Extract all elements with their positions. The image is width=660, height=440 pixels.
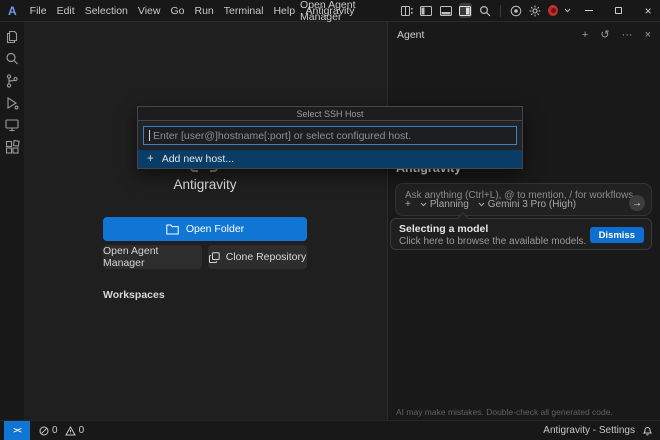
agent-panel-header: Agent + ↺ ··· ×	[388, 22, 660, 48]
minimize-icon	[585, 10, 593, 11]
text-cursor	[149, 130, 150, 141]
ssh-host-input-placeholder: Enter [user@]hostname[:port] or select c…	[153, 130, 411, 142]
menu-view[interactable]: View	[133, 5, 166, 17]
app-logo-icon: A	[8, 4, 17, 18]
minimize-button[interactable]	[577, 0, 601, 22]
send-button[interactable]: →	[629, 195, 645, 211]
warnings-count: 0	[79, 425, 85, 436]
search-sidebar-icon[interactable]	[4, 51, 20, 67]
explorer-icon[interactable]	[4, 29, 20, 45]
settings-gear-icon[interactable]	[528, 3, 542, 18]
open-agent-manager-welcome-button[interactable]: Open Agent Manager	[103, 245, 202, 269]
mode-dropdown[interactable]: Planning	[420, 199, 469, 210]
welcome-secondary-buttons: Open Agent Manager Clone Repository	[103, 245, 307, 269]
welcome-page: Antigravity Open Folder Open Agent Manag…	[24, 22, 387, 420]
welcome-title: Antigravity	[103, 177, 307, 192]
customize-layout-icon[interactable]	[400, 3, 414, 18]
menu-run[interactable]: Run	[189, 5, 218, 17]
run-debug-icon[interactable]	[4, 95, 20, 111]
dialog-body: Enter [user@]hostname[:port] or select c…	[137, 120, 523, 169]
new-conversation-icon[interactable]: +	[582, 30, 588, 41]
folder-icon	[166, 224, 179, 235]
history-icon[interactable]: ↺	[600, 30, 609, 41]
menu-go[interactable]: Go	[165, 5, 189, 17]
add-new-host-label: Add new host...	[162, 153, 234, 165]
window: { "titlebar": { "logo": "A", "menus": ["…	[0, 0, 660, 440]
account-avatar[interactable]	[548, 5, 558, 16]
menu-selection[interactable]: Selection	[80, 5, 133, 17]
clone-icon	[209, 252, 220, 263]
clone-repository-label: Clone Repository	[226, 251, 307, 263]
toggle-panel-right-icon[interactable]	[459, 3, 473, 18]
menu-terminal[interactable]: Terminal	[219, 5, 269, 17]
add-new-host-item[interactable]: + Add new host...	[138, 150, 522, 168]
status-bar: >< 0 0 Antigravity - Settings	[0, 420, 660, 440]
remote-explorer-icon[interactable]	[4, 117, 20, 133]
source-control-icon[interactable]	[4, 73, 20, 89]
plus-icon: +	[147, 153, 154, 165]
avatar-dot-icon	[551, 8, 556, 13]
errors-icon	[39, 426, 49, 436]
toggle-panel-bottom-icon[interactable]	[439, 3, 453, 18]
close-panel-icon[interactable]: ×	[645, 30, 651, 41]
more-actions-icon[interactable]: ···	[622, 30, 633, 41]
close-window-button[interactable]: ×	[636, 0, 660, 22]
agent-panel-title: Agent	[397, 29, 424, 41]
dialog-title: Select SSH Host	[137, 106, 523, 120]
ai-disclaimer: AI may make mistakes. Double-check all g…	[396, 407, 613, 417]
maximize-button[interactable]	[607, 0, 631, 22]
open-folder-label: Open Folder	[186, 223, 244, 235]
statusbar-right: Antigravity - Settings	[543, 425, 653, 436]
clone-repository-button[interactable]: Clone Repository	[208, 245, 307, 269]
attach-plus-icon[interactable]: +	[405, 199, 411, 210]
extensions-icon[interactable]	[4, 139, 20, 155]
tooltip-body: Click here to browse the available model…	[399, 236, 586, 247]
activity-bar	[0, 22, 24, 420]
settings-status-item[interactable]: Antigravity - Settings	[543, 425, 635, 436]
toggle-sidebar-left-icon[interactable]	[419, 3, 433, 18]
search-icon[interactable]	[478, 3, 492, 18]
mode-dropdown-label: Planning	[430, 199, 469, 210]
menu-help[interactable]: Help	[268, 5, 300, 17]
model-dropdown[interactable]: Gemini 3 Pro (High)	[478, 199, 576, 210]
model-selection-tooltip: Selecting a model Click here to browse t…	[390, 218, 652, 250]
ssh-host-input[interactable]: Enter [user@]hostname[:port] or select c…	[143, 126, 517, 145]
title-bar: A File Edit Selection View Go Run Termin…	[0, 0, 660, 22]
browser-icon[interactable]	[509, 3, 523, 18]
dismiss-button[interactable]: Dismiss	[590, 227, 644, 243]
agent-input-box[interactable]: Ask anything (Ctrl+L), @ to mention, / f…	[395, 183, 652, 216]
remote-indicator[interactable]: ><	[4, 421, 30, 440]
select-ssh-host-dialog: Select SSH Host Enter [user@]hostname[:p…	[137, 106, 523, 169]
menu-bar: File Edit Selection View Go Run Terminal…	[25, 5, 300, 17]
window-title: Antigravity	[305, 5, 354, 17]
menu-edit[interactable]: Edit	[52, 5, 80, 17]
problems-status[interactable]: 0 0	[39, 425, 88, 436]
tooltip-title: Selecting a model	[399, 223, 488, 235]
titlebar-separator	[500, 5, 501, 17]
open-agent-manager-label: Open Agent Manager	[103, 245, 202, 269]
maximize-icon	[615, 7, 622, 14]
menu-file[interactable]: File	[25, 5, 52, 17]
errors-count: 0	[52, 425, 58, 436]
open-folder-button[interactable]: Open Folder	[103, 217, 307, 241]
warnings-icon	[65, 426, 76, 436]
workspaces-heading: Workspaces	[103, 289, 165, 301]
notifications-bell-icon[interactable]	[642, 425, 653, 436]
agent-input-controls: + Planning Gemini 3 Pro (High)	[405, 199, 576, 210]
account-chevron-down-icon[interactable]	[564, 8, 571, 13]
agent-panel: Agent + ↺ ··· × Antigravity Ask anything…	[387, 22, 660, 420]
model-dropdown-label: Gemini 3 Pro (High)	[488, 199, 576, 210]
